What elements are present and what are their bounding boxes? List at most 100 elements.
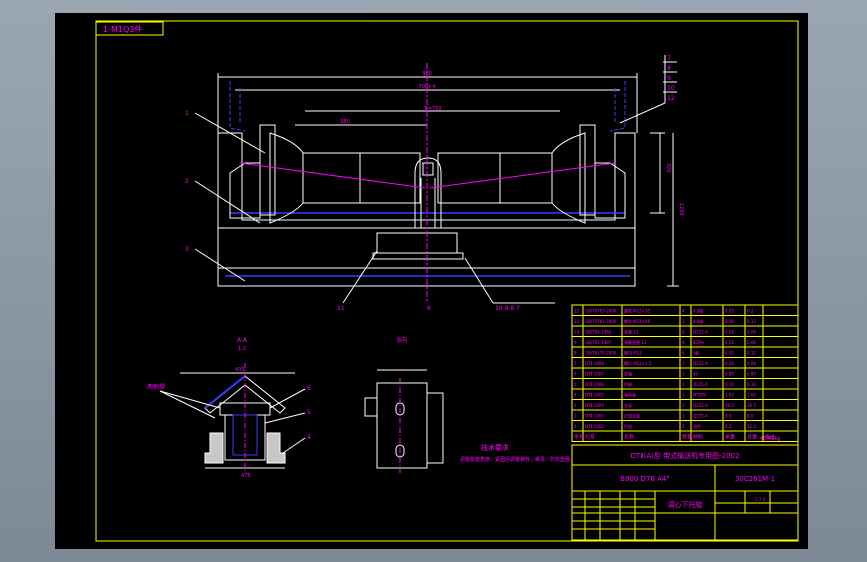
right-roller: [437, 132, 586, 224]
bom-cell: DTⅡ 1005: [585, 393, 604, 398]
bom-cell: 1: [574, 424, 577, 429]
pn-r3: 10: [667, 85, 675, 92]
bom-cell: 8: [574, 351, 577, 356]
bom-cell: 1: [682, 403, 685, 408]
bom-cell: Q235-A: [693, 330, 708, 335]
spec-code: B800 D76 A4°: [620, 475, 670, 483]
bom-cell: GB/T93-1987: [585, 340, 612, 345]
bom-cell: GB/T5783-2000: [585, 309, 617, 314]
section-aa-scale: 1:2: [238, 346, 246, 352]
bom-cell: GB/T5781-2000: [585, 319, 617, 324]
center-post: [414, 157, 442, 229]
bom-cell: 2: [682, 424, 685, 429]
bom-cell: 0.06: [725, 319, 734, 324]
bom-cell: 1: [682, 372, 685, 377]
bom-cell: DTⅡ 1003: [585, 414, 604, 419]
bom-cell: 1.62: [725, 393, 734, 398]
bom-cell: 6: [682, 330, 685, 335]
bom-cell: Q235-A: [693, 403, 708, 408]
bom-cell: 转轴: [624, 371, 632, 377]
bom-cell: DTⅡ 1008: [585, 361, 604, 366]
bom-cell: 组件: [693, 423, 701, 429]
pn-b1: 6: [427, 305, 431, 312]
bom-cell: 0.06: [747, 330, 756, 335]
bom-cell: 4: [682, 309, 685, 314]
left-roller: [269, 132, 421, 224]
bom-cell: DTⅡ 1002: [585, 424, 604, 429]
bom-cell: DTⅡ 1006: [585, 382, 604, 387]
b-view-label: B向: [397, 336, 407, 344]
bom-cell: 0.05: [725, 309, 734, 314]
support-base: [376, 232, 458, 254]
bom-cell: 45: [693, 372, 699, 377]
bom-cell: 0.06: [747, 340, 756, 345]
cad-drawing: 1-M1Q3件 980 700×4 B=700 380: [95, 20, 799, 542]
bom-cell: 1: [682, 414, 685, 419]
bom-cell: HT200: [693, 393, 707, 398]
bom-cell: 0.10: [725, 382, 734, 387]
bom-cell: 螺母 M12: [624, 350, 642, 356]
bom-cell: 弹簧垫圈 12: [624, 339, 647, 345]
corner-tag: 1-M1Q3件: [103, 24, 142, 34]
bom-cell: 5: [574, 382, 577, 387]
bom-cell: 4: [574, 393, 577, 398]
bom-cell: 3: [574, 403, 577, 408]
bom-cell: 0.10: [747, 382, 756, 387]
aa-callout-5: 5: [307, 409, 311, 416]
bom-cell: 8.0: [725, 414, 732, 419]
bom-cell: DTⅡ 1004: [585, 403, 604, 408]
bom-header-cell: 单重: [725, 434, 735, 441]
bom-cell: 0.01: [725, 330, 734, 335]
drawing-title: DTⅡ(A)型 带式输送机专用图-2002: [631, 451, 740, 460]
revision-grid: 1:7.5: [572, 491, 798, 540]
bom-cell: 垫圈 12: [624, 329, 639, 335]
pn-r4: 12: [667, 95, 675, 102]
belt-axis-right: [429, 162, 616, 189]
bom-cell: 0.80: [747, 372, 756, 377]
pn-r1: 8: [667, 65, 671, 72]
main-view: 980 700×4 B=700 380: [185, 55, 684, 312]
pn-r2: 9: [667, 75, 671, 82]
dim-center: 380: [340, 119, 350, 125]
drawing-sheet: 1-M1Q3件 980 700×4 B=700 380: [55, 13, 808, 549]
bom-cell: 1.62: [747, 393, 756, 398]
belt-left: [229, 81, 246, 132]
bom-cell: 挡圈: [624, 381, 632, 387]
bom-header-cell: 名称: [624, 434, 634, 441]
pn-l2: 3: [185, 246, 189, 253]
bom-header-cell: 材料: [693, 434, 703, 441]
weight: 40.41kg: [760, 436, 780, 442]
bom-cell: 12.4: [747, 424, 756, 429]
bom-cell: 6: [682, 351, 685, 356]
bom-cell: 10: [574, 330, 580, 335]
bom-cell: 0.12: [747, 351, 756, 356]
bom-cell: 1: [682, 393, 685, 398]
bom-cell: 0.08: [747, 361, 756, 366]
right-end-post: [579, 124, 596, 216]
bom-cell: 7: [574, 361, 577, 366]
bom-cell: 5级: [693, 350, 700, 356]
right-bracket: [594, 162, 626, 219]
bom-cell: 16.5: [747, 403, 756, 408]
bom-cell: GB/T96-1985: [585, 330, 612, 335]
dim-total: 1200: [678, 203, 684, 216]
bom-cell: 6: [682, 340, 685, 345]
bom-cell: 托辊支架: [624, 413, 640, 419]
bom-cell: 6.2: [725, 424, 732, 429]
bom-cell: 支架: [624, 402, 632, 408]
bom-header-cell: 数量: [682, 434, 692, 441]
scale-cell: 1:7.5: [755, 497, 766, 502]
bom-cell: 2: [682, 361, 685, 366]
bom-cell: 螺栓 M12×40: [624, 318, 651, 324]
bom-cell: 2: [574, 414, 577, 419]
aa-dim-top: 435: [235, 367, 245, 373]
pn-b2: 10 9 8 7: [495, 305, 520, 312]
bom-cell: 6: [574, 372, 577, 377]
section-aa: A-A 1:2 435 475 两侧焊 6 5 4: [147, 337, 311, 479]
pn-b0: 11: [337, 305, 345, 312]
bom-cell: 0.80: [725, 372, 734, 377]
bom-cell: 1: [682, 382, 685, 387]
drawing-canvas: 1-M1Q3件 980 700×4 B=700 380: [0, 0, 867, 562]
drawing-code: 30C261M-1: [735, 475, 775, 483]
inner-frame: [95, 20, 799, 542]
